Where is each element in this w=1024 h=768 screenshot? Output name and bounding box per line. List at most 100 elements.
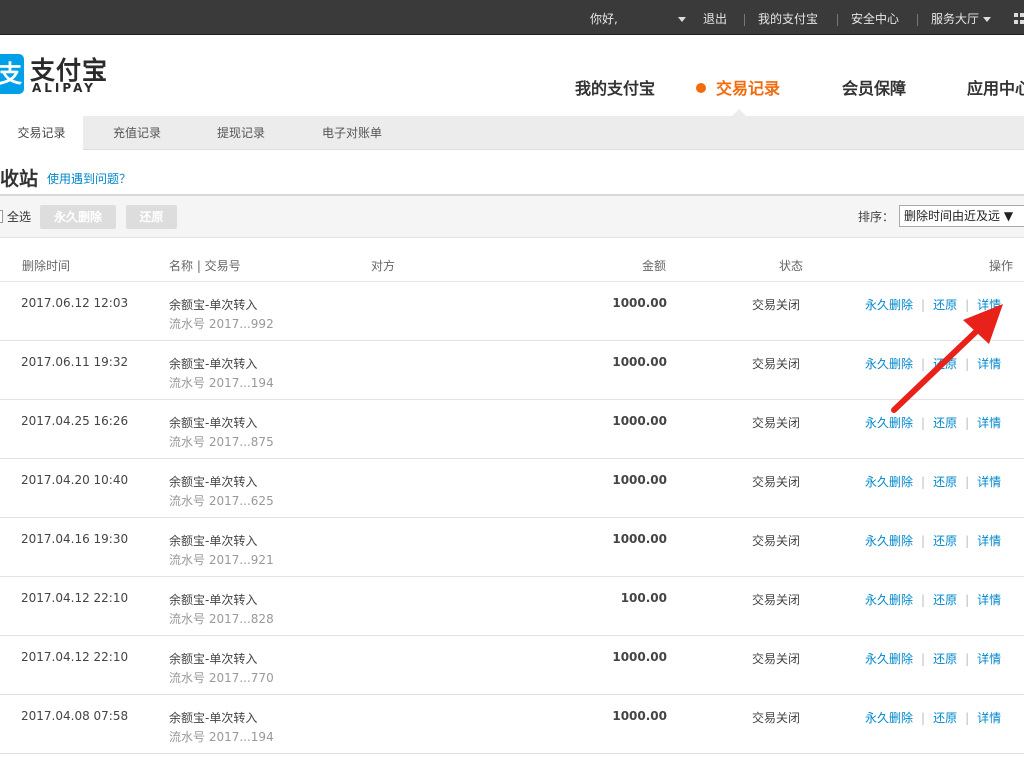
chevron-down-icon <box>982 17 991 22</box>
my-alipay-link[interactable]: 我的支付宝 <box>758 0 818 35</box>
row-serial: 流水号 2017...875 <box>169 435 274 449</box>
row-detail-link[interactable]: 详情 <box>977 534 1001 548</box>
row-actions: 永久删除 | 还原 | 详情 <box>865 473 1001 490</box>
row-name[interactable]: 余额宝-单次转入 <box>169 414 257 431</box>
row-status: 交易关闭 <box>752 298 801 312</box>
sub-nav: 交易记录 充值记录 提现记录 电子对账单 <box>0 116 1024 150</box>
logout-link[interactable]: 退出 <box>703 0 727 35</box>
row-serial: 流水号 2017...992 <box>169 317 274 331</box>
row-detail-link[interactable]: 详情 <box>977 652 1001 666</box>
divider: | <box>921 475 926 489</box>
row-restore-link[interactable]: 还原 <box>933 416 957 430</box>
row-actions: 永久删除 | 还原 | 详情 <box>865 532 1001 549</box>
divider <box>837 14 838 26</box>
divider: | <box>965 652 970 666</box>
subtab-recharge[interactable]: 充值记录 <box>96 116 178 150</box>
row-name[interactable]: 余额宝-单次转入 <box>169 650 257 667</box>
divider <box>917 14 918 26</box>
row-amount: 100.00 <box>620 591 667 605</box>
row-serial: 流水号 2017...625 <box>169 494 274 508</box>
table-row: 2017.04.25 16:26 余额宝-单次转入 流水号 2017...875… <box>0 400 1024 459</box>
apps-grid-icon[interactable] <box>1014 13 1024 25</box>
row-status: 交易关闭 <box>752 416 801 430</box>
subtab-transactions[interactable]: 交易记录 <box>0 116 83 150</box>
row-serial: 流水号 2017...828 <box>169 612 274 626</box>
row-actions: 永久删除 | 还原 | 详情 <box>865 414 1001 431</box>
row-restore-link[interactable]: 还原 <box>933 593 957 607</box>
col-party: 对方 <box>371 259 396 273</box>
select-all-checkbox[interactable] <box>0 210 3 223</box>
row-delete-link[interactable]: 永久删除 <box>865 416 913 430</box>
alipay-logo-icon[interactable]: 支 <box>0 54 24 94</box>
row-serial: 流水号 2017...194 <box>169 376 274 390</box>
row-name[interactable]: 余额宝-单次转入 <box>169 591 257 608</box>
nav-member-protection[interactable]: 会员保障 <box>842 75 906 99</box>
divider: | <box>965 593 970 607</box>
nav-transactions[interactable]: 交易记录 <box>716 75 780 99</box>
divider: | <box>921 652 926 666</box>
row-delete-link[interactable]: 永久删除 <box>865 652 913 666</box>
nav-app-center[interactable]: 应用中心 <box>967 75 1024 99</box>
security-center-link[interactable]: 安全中心 <box>851 0 899 35</box>
row-restore-link[interactable]: 还原 <box>933 475 957 489</box>
row-serial: 流水号 2017...194 <box>169 730 274 744</box>
service-hall-label: 服务大厅 <box>931 12 980 26</box>
permanent-delete-button[interactable]: 永久删除 <box>40 205 116 229</box>
brand-name-en: ALIPAY <box>32 81 96 95</box>
active-dot-icon <box>696 83 706 93</box>
row-detail-link[interactable]: 详情 <box>977 357 1001 371</box>
row-detail-link[interactable]: 详情 <box>977 593 1001 607</box>
service-hall-link[interactable]: 服务大厅 <box>931 0 991 35</box>
row-delete-link[interactable]: 永久删除 <box>865 298 913 312</box>
row-delete-link[interactable]: 永久删除 <box>865 711 913 725</box>
row-status: 交易关闭 <box>752 593 801 607</box>
divider: | <box>965 711 970 725</box>
row-detail-link[interactable]: 详情 <box>977 298 1001 312</box>
divider: | <box>921 711 926 725</box>
row-restore-link[interactable]: 还原 <box>933 357 957 371</box>
row-amount: 1000.00 <box>612 532 667 546</box>
row-restore-link[interactable]: 还原 <box>933 534 957 548</box>
table-row: 2017.06.12 12:03 余额宝-单次转入 流水号 2017...992… <box>0 282 1024 341</box>
subtab-statement[interactable]: 电子对账单 <box>305 116 399 150</box>
table-row: 2017.04.08 07:58 余额宝-单次转入 流水号 2017...194… <box>0 695 1024 754</box>
sort-select[interactable]: 删除时间由近及远 ▼ <box>899 205 1024 227</box>
divider: | <box>921 416 926 430</box>
subtab-withdraw[interactable]: 提现记录 <box>200 116 282 150</box>
row-name[interactable]: 余额宝-单次转入 <box>169 532 257 549</box>
table-row: 2017.04.16 19:30 余额宝-单次转入 流水号 2017...921… <box>0 518 1024 577</box>
row-restore-link[interactable]: 还原 <box>933 652 957 666</box>
row-restore-link[interactable]: 还原 <box>933 711 957 725</box>
row-detail-link[interactable]: 详情 <box>977 475 1001 489</box>
table-row: 2017.04.20 10:40 余额宝-单次转入 流水号 2017...625… <box>0 459 1024 518</box>
nav-my-alipay[interactable]: 我的支付宝 <box>575 75 655 99</box>
active-pointer-icon <box>732 109 746 116</box>
divider: | <box>965 534 970 548</box>
row-delete-link[interactable]: 永久删除 <box>865 534 913 548</box>
row-time: 2017.06.11 19:32 <box>21 355 129 369</box>
sort-label: 排序： <box>858 210 895 224</box>
row-status: 交易关闭 <box>752 534 801 548</box>
row-time: 2017.04.08 07:58 <box>21 709 129 723</box>
row-restore-link[interactable]: 还原 <box>933 298 957 312</box>
row-detail-link[interactable]: 详情 <box>977 416 1001 430</box>
restore-button[interactable]: 还原 <box>126 205 177 229</box>
divider: | <box>965 416 970 430</box>
row-delete-link[interactable]: 永久删除 <box>865 593 913 607</box>
table-row: 2017.06.11 19:32 余额宝-单次转入 流水号 2017...194… <box>0 341 1024 400</box>
divider: | <box>965 475 970 489</box>
account-dropdown-icon[interactable] <box>678 0 686 35</box>
row-delete-link[interactable]: 永久删除 <box>865 475 913 489</box>
row-name[interactable]: 余额宝-单次转入 <box>169 709 257 726</box>
select-all-label[interactable]: 全选 <box>7 208 31 225</box>
row-name[interactable]: 余额宝-单次转入 <box>169 355 257 372</box>
row-name[interactable]: 余额宝-单次转入 <box>169 296 257 313</box>
row-detail-link[interactable]: 详情 <box>977 711 1001 725</box>
row-serial: 流水号 2017...921 <box>169 553 274 567</box>
row-delete-link[interactable]: 永久删除 <box>865 357 913 371</box>
help-link[interactable]: 使用遇到问题？ <box>47 170 131 187</box>
row-name[interactable]: 余额宝-单次转入 <box>169 473 257 490</box>
row-time: 2017.04.12 22:10 <box>21 591 129 605</box>
col-status: 状态 <box>779 259 804 273</box>
row-time: 2017.04.20 10:40 <box>21 473 129 487</box>
